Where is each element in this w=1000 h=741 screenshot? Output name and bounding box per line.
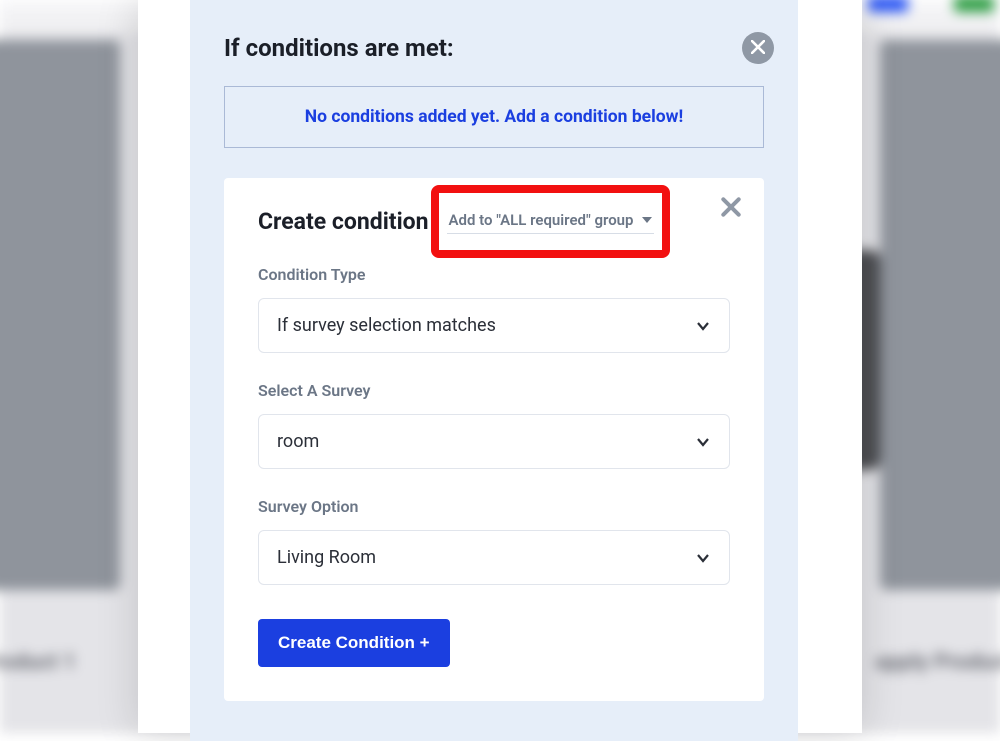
close-panel-button[interactable] <box>742 32 774 64</box>
bg-left-product-label: Product 1 <box>0 650 76 675</box>
close-card-button[interactable] <box>720 196 742 218</box>
card-title: Create condition <box>258 208 429 235</box>
chevron-down-icon <box>695 318 711 334</box>
condition-type-value: If survey selection matches <box>277 315 496 336</box>
modal: If conditions are met: No conditions add… <box>138 0 862 733</box>
select-survey-value: room <box>277 431 319 452</box>
condition-type-label: Condition Type <box>258 265 730 284</box>
condition-type-select[interactable]: If survey selection matches <box>258 298 730 353</box>
close-icon <box>751 39 765 58</box>
conditions-panel: If conditions are met: No conditions add… <box>190 0 798 741</box>
no-conditions-notice: No conditions added yet. Add a condition… <box>224 86 764 148</box>
panel-title: If conditions are met: <box>224 34 764 62</box>
chevron-down-icon <box>695 550 711 566</box>
bg-right-product-label: apply Product 3 <box>875 650 1000 675</box>
create-condition-button[interactable]: Create Condition + <box>258 619 450 667</box>
create-condition-card: Create condition Add to "ALL required" g… <box>224 178 764 701</box>
close-icon <box>720 203 742 222</box>
select-survey-select[interactable]: room <box>258 414 730 469</box>
chevron-down-icon <box>695 434 711 450</box>
survey-option-select[interactable]: Living Room <box>258 530 730 585</box>
select-survey-label: Select A Survey <box>258 381 730 400</box>
caret-down-icon <box>642 217 652 223</box>
group-dropdown[interactable]: Add to "ALL required" group <box>447 209 654 234</box>
group-dropdown-label: Add to "ALL required" group <box>449 211 634 229</box>
survey-option-value: Living Room <box>277 547 376 568</box>
survey-option-label: Survey Option <box>258 497 730 516</box>
